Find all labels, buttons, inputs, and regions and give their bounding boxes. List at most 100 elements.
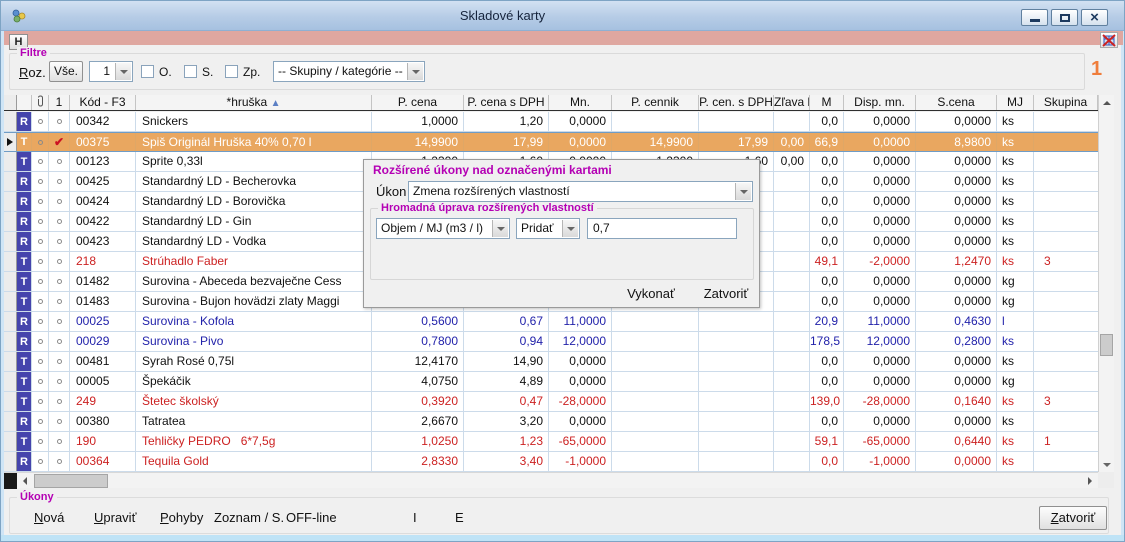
scroll-left-button[interactable]: [17, 473, 33, 489]
marked-cell[interactable]: [49, 192, 70, 211]
header-attachment[interactable]: [32, 95, 49, 110]
header-p-cena[interactable]: P. cena: [372, 95, 464, 110]
marked-cell[interactable]: [49, 152, 70, 171]
header-disp-mn[interactable]: Disp. mn.: [844, 95, 916, 110]
vscroll-thumb[interactable]: [1100, 334, 1113, 356]
header-name[interactable]: *hruška ▲: [136, 95, 372, 110]
operation-combobox[interactable]: Pridať: [516, 218, 580, 239]
edit-button[interactable]: Upraviť: [94, 510, 136, 525]
header-p-cena-s-dph[interactable]: P. cena s DPH: [464, 95, 549, 110]
e-button[interactable]: E: [455, 510, 464, 525]
vertical-scrollbar[interactable]: [1098, 95, 1114, 472]
checkbox-zp[interactable]: [225, 65, 238, 78]
dialog-close-button[interactable]: Zatvoriť: [696, 286, 756, 301]
table-row[interactable]: R00025Surovina - Kofola0,56000,6711,0000…: [4, 312, 1098, 332]
marked-cell[interactable]: [49, 412, 70, 431]
row-selector[interactable]: [4, 172, 17, 191]
action-combobox[interactable]: Zmena rozšírených vlastností: [408, 181, 753, 202]
header-zlava[interactable]: Zľava h.: [774, 95, 810, 110]
table-row[interactable]: R00029Surovina - Pivo0,78000,9412,000017…: [4, 332, 1098, 352]
chevron-down-icon[interactable]: [492, 220, 508, 237]
new-button[interactable]: Nová: [34, 510, 64, 525]
row-selector[interactable]: [4, 352, 17, 371]
scroll-down-button[interactable]: [1099, 457, 1115, 472]
header-code[interactable]: Kód - F3: [70, 95, 136, 110]
cancel-filter-button[interactable]: [1100, 32, 1118, 48]
property-combobox[interactable]: Objem / MJ (m3 / l): [376, 218, 510, 239]
groups-combobox[interactable]: -- Skupiny / kategórie --: [273, 61, 425, 82]
row-selector[interactable]: [4, 412, 17, 431]
row-selector[interactable]: [4, 452, 17, 471]
minimize-icon: [1030, 19, 1040, 22]
close-window-button[interactable]: Zatvoriť: [1039, 506, 1107, 530]
header-mn[interactable]: Mn.: [549, 95, 612, 110]
marked-cell[interactable]: [49, 432, 70, 451]
marked-cell[interactable]: [49, 252, 70, 271]
chevron-down-icon[interactable]: [735, 183, 751, 200]
minimize-button[interactable]: [1021, 9, 1048, 26]
table-row[interactable]: T00005Špekáčik4,07504,890,00000,00,00000…: [4, 372, 1098, 392]
dot-icon: [57, 399, 62, 404]
row-selector[interactable]: [4, 332, 17, 351]
table-row[interactable]: T190Tehličky PEDRO 6*7,5g1,02501,23-65,0…: [4, 432, 1098, 452]
row-selector[interactable]: [4, 112, 17, 131]
marked-cell[interactable]: [49, 112, 70, 131]
row-selector[interactable]: [4, 212, 17, 231]
row-selector[interactable]: [4, 312, 17, 331]
marked-cell[interactable]: [49, 172, 70, 191]
execute-button[interactable]: Vykonať: [616, 286, 686, 301]
row-selector[interactable]: [4, 133, 17, 151]
header-mj[interactable]: MJ: [997, 95, 1034, 110]
marked-cell[interactable]: [49, 272, 70, 291]
marked-cell[interactable]: [49, 312, 70, 331]
table-row[interactable]: R00364Tequila Gold2,83303,40-1,00000,0-1…: [4, 452, 1098, 472]
header-p-cennik[interactable]: P. cennik: [612, 95, 699, 110]
header-skupina[interactable]: Skupina: [1034, 95, 1098, 110]
close-button[interactable]: ×: [1081, 9, 1108, 26]
maximize-button[interactable]: [1051, 9, 1078, 26]
hscroll-thumb[interactable]: [34, 474, 108, 488]
checkbox-o[interactable]: [141, 65, 154, 78]
marked-cell[interactable]: [49, 352, 70, 371]
row-selector[interactable]: [4, 372, 17, 391]
chevron-down-icon[interactable]: [562, 220, 578, 237]
chevron-down-icon[interactable]: [407, 63, 423, 80]
header-marked[interactable]: 1: [49, 95, 70, 110]
header-s-cena[interactable]: S.cena: [916, 95, 997, 110]
marked-cell[interactable]: [49, 292, 70, 311]
header-p-cen-s-dph[interactable]: P. cen. s DPH: [699, 95, 774, 110]
row-selector[interactable]: [4, 292, 17, 311]
marked-cell[interactable]: [49, 392, 70, 411]
table-row[interactable]: R00342Snickers1,00001,200,00000,00,00000…: [4, 112, 1098, 132]
table-row[interactable]: T249Štetec školský0,39200,47-28,0000139,…: [4, 392, 1098, 412]
moves-button[interactable]: Pohyby: [160, 510, 203, 525]
marked-cell[interactable]: [49, 372, 70, 391]
marked-cell[interactable]: [49, 212, 70, 231]
scroll-right-button[interactable]: [1082, 473, 1098, 489]
list-button[interactable]: Zoznam / S.: [214, 510, 284, 525]
row-selector[interactable]: [4, 392, 17, 411]
table-row[interactable]: T00481Syrah Rosé 0,75l12,417014,900,0000…: [4, 352, 1098, 372]
row-selector[interactable]: [4, 192, 17, 211]
row-selector[interactable]: [4, 232, 17, 251]
checkbox-s[interactable]: [184, 65, 197, 78]
table-row[interactable]: R00380Tatratea2,66703,200,00000,00,00000…: [4, 412, 1098, 432]
offline-button[interactable]: OFF-line: [286, 510, 337, 525]
chevron-down-icon[interactable]: [115, 63, 131, 80]
row-selector[interactable]: [4, 272, 17, 291]
marked-cell[interactable]: [49, 452, 70, 471]
row-selector[interactable]: [4, 252, 17, 271]
page-combobox[interactable]: 1: [89, 61, 133, 82]
row-selector[interactable]: [4, 152, 17, 171]
marked-cell[interactable]: [49, 232, 70, 251]
header-m[interactable]: M: [810, 95, 844, 110]
marked-cell[interactable]: [49, 332, 70, 351]
i-button[interactable]: I: [413, 510, 417, 525]
table-row[interactable]: T✔00375Spiš Originál Hruška 40% 0,70 l14…: [4, 132, 1098, 152]
horizontal-scrollbar[interactable]: [4, 472, 1098, 488]
value-input[interactable]: 0,7: [587, 218, 737, 239]
row-selector[interactable]: [4, 432, 17, 451]
vse-button[interactable]: Vše.: [49, 61, 83, 82]
scroll-up-button[interactable]: [1099, 95, 1115, 110]
marked-cell[interactable]: ✔: [49, 133, 70, 151]
